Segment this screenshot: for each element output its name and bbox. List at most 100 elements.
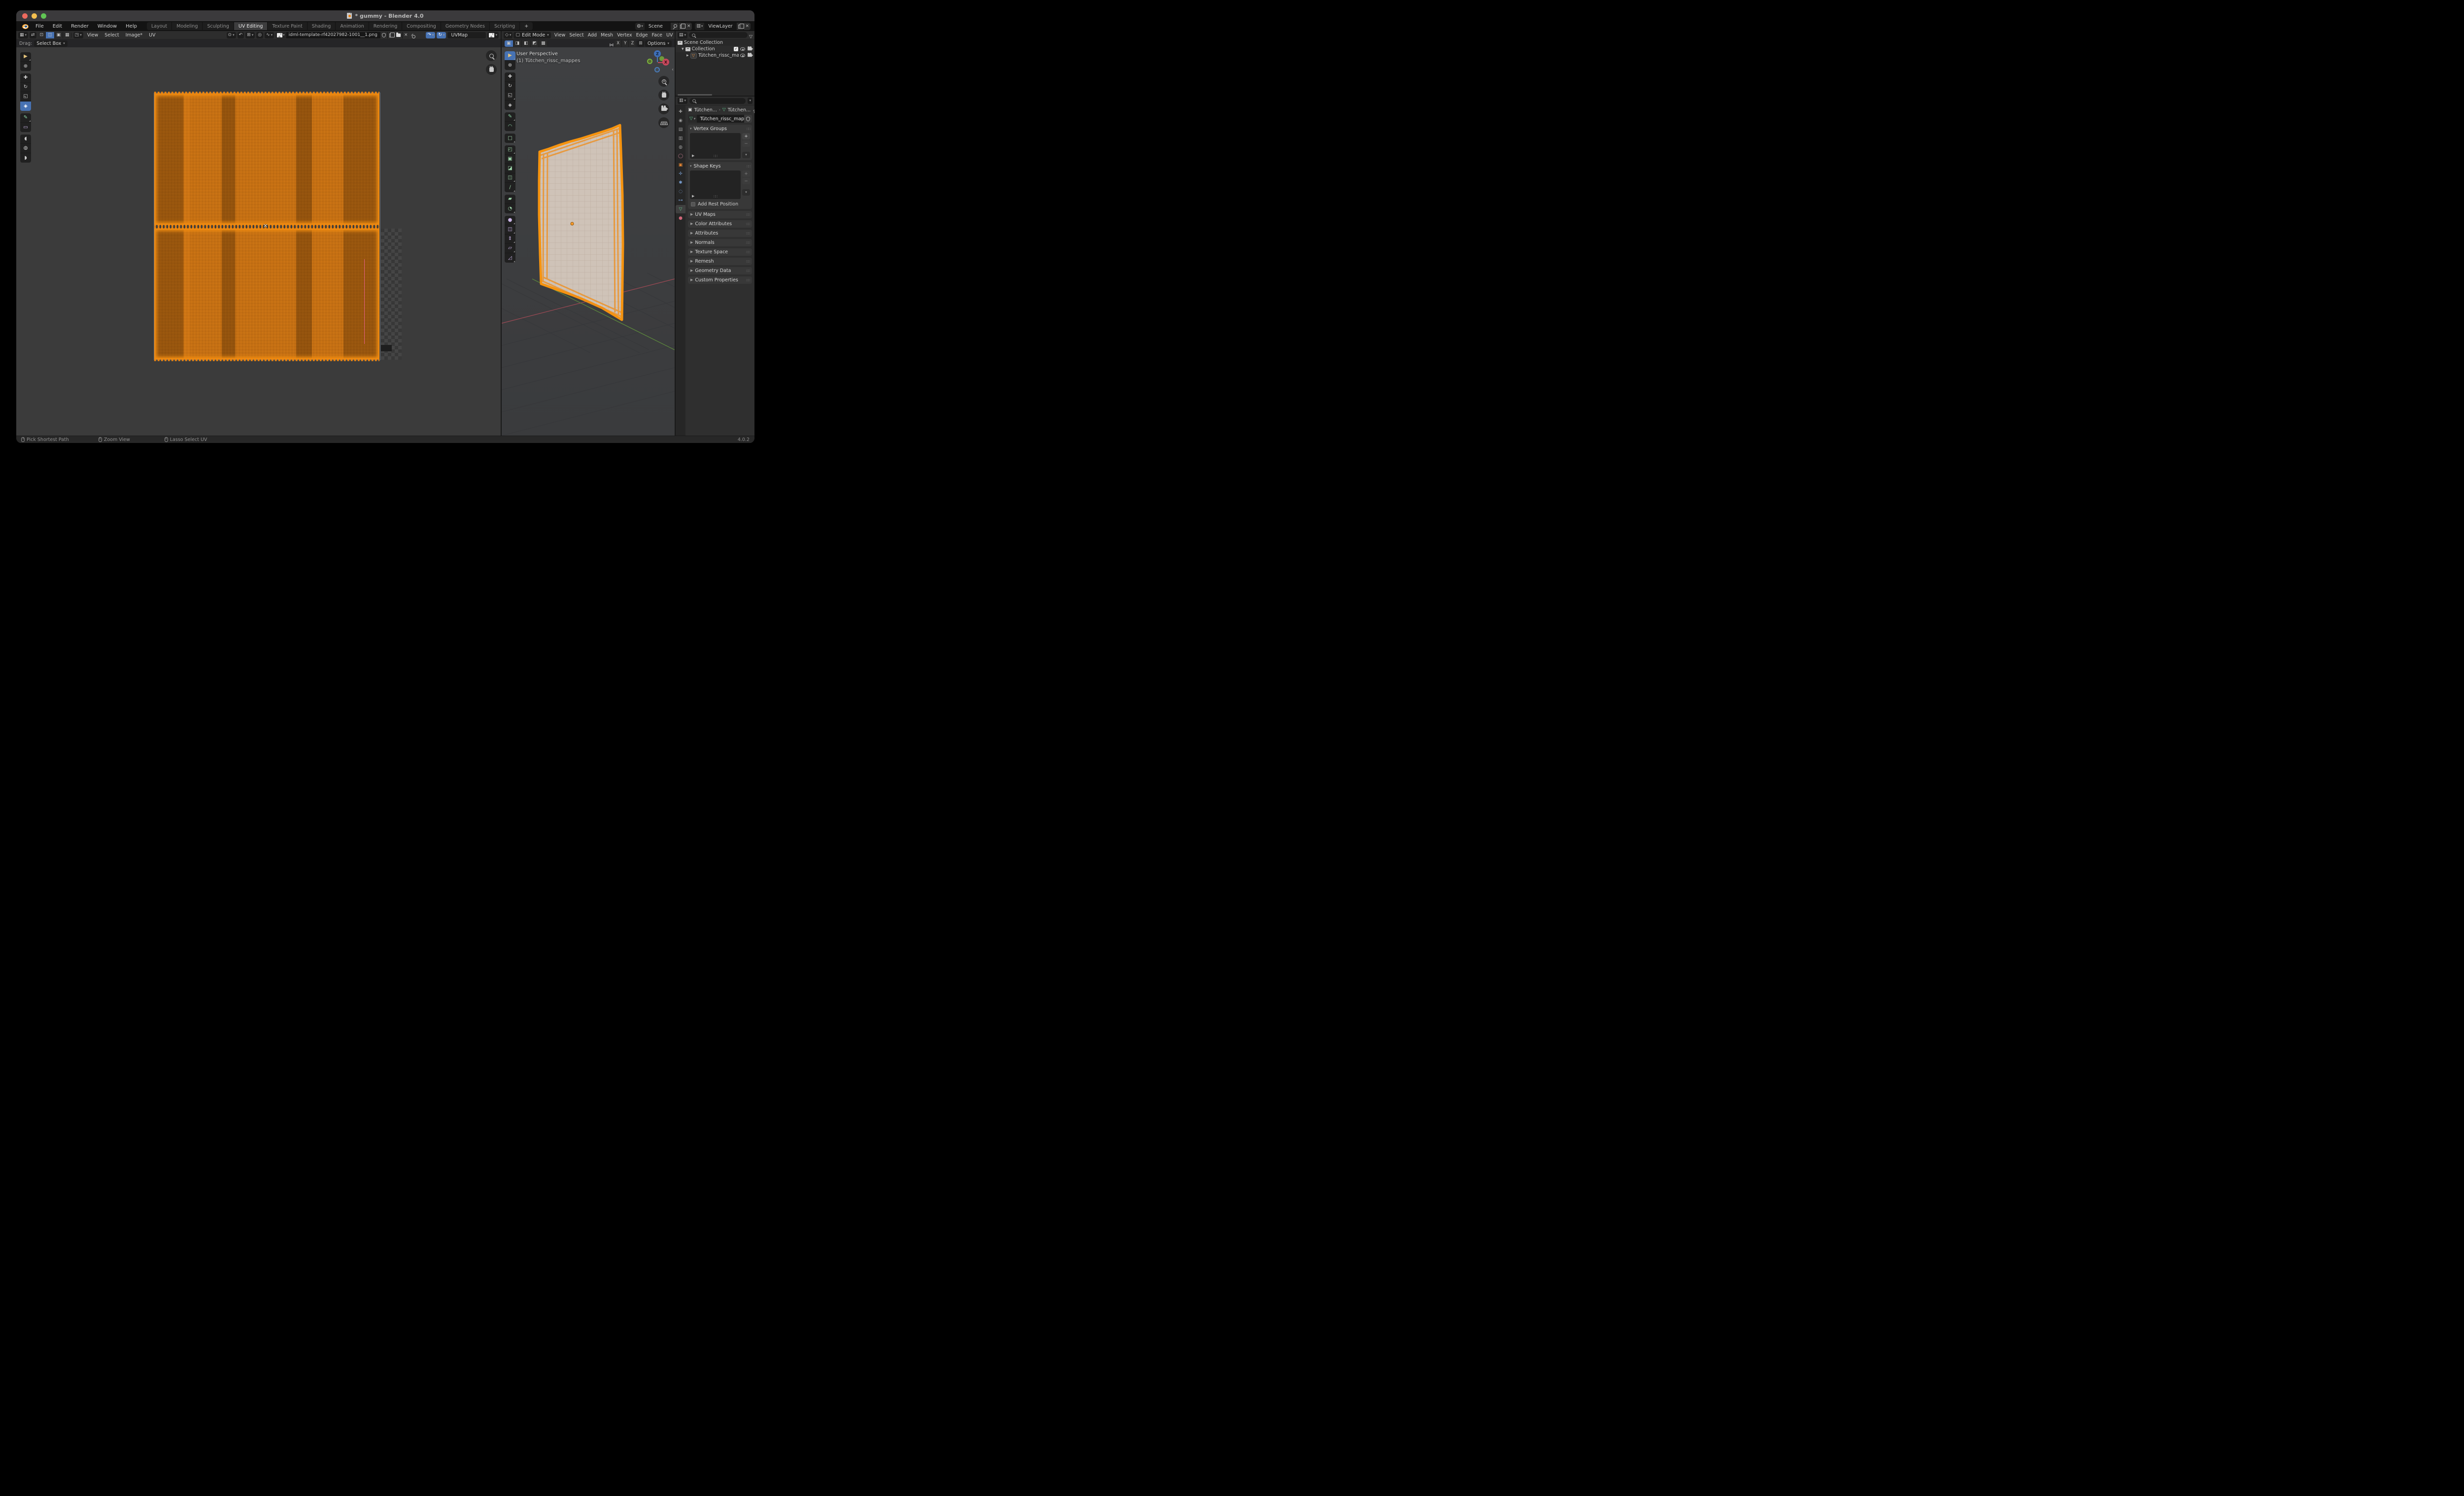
panel-remesh[interactable]: ▶ Remesh ∷∷ <box>688 258 752 265</box>
options-dropdown[interactable]: Options▾ <box>645 40 672 47</box>
panel-grip-icon[interactable]: ∷∷ <box>746 269 750 273</box>
shape-key-specials-menu[interactable]: ▾ <box>742 189 750 196</box>
open-image-folder-icon[interactable] <box>394 32 402 38</box>
vp-bevel-tool[interactable]: ◪ <box>505 164 515 173</box>
mirror-x-toggle[interactable]: X <box>615 40 622 47</box>
menu-render[interactable]: Render <box>67 23 93 30</box>
shape-keys-title[interactable]: Shape Keys <box>694 164 721 169</box>
workspace-tab-rendering[interactable]: Rendering <box>369 22 403 30</box>
tab-object[interactable]: ▣ <box>676 161 685 169</box>
vp-rotate-tool[interactable]: ↻ <box>505 82 515 91</box>
panel-custom-properties[interactable]: ▶ Custom Properties ∷∷ <box>688 276 752 284</box>
browse-image-icon[interactable]: ▾ <box>275 32 286 38</box>
uv-pivot-dropdown[interactable]: ⊙▾ <box>227 32 236 38</box>
add-vertex-group-button[interactable]: + <box>742 133 750 139</box>
mesh-object[interactable] <box>502 47 675 436</box>
expand-arrow-icon[interactable]: ▼ <box>682 47 684 51</box>
panel-grip-icon[interactable]: ∷∷ <box>746 250 750 254</box>
remove-shape-key-button[interactable]: − <box>742 178 750 184</box>
vp-poly-build-tool[interactable]: ▰ <box>505 195 515 204</box>
panel-grip-icon[interactable]: ∷∷ <box>746 241 750 245</box>
tab-constraints[interactable]: ⊶ <box>676 196 685 204</box>
new-view-layer-icon[interactable] <box>736 23 743 30</box>
uv-measure-tool[interactable]: ▭ <box>20 123 31 132</box>
mirror-icon[interactable]: ⋈ <box>609 39 614 48</box>
scene-icon[interactable]: ◍▾ <box>635 23 644 30</box>
uv-face-select-icon[interactable]: ▣ <box>55 32 64 38</box>
vp-select-box-tool[interactable]: ▶ <box>505 51 515 61</box>
tab-scene[interactable]: ◍ <box>676 143 685 151</box>
image-name[interactable]: idml-template-rf42027982-1001__1.png <box>286 33 380 37</box>
add-shape-key-button[interactable]: + <box>742 170 750 177</box>
uv-transform-tool[interactable]: ◈ <box>20 102 31 111</box>
menu-help[interactable]: Help <box>122 23 141 30</box>
workspace-tab-geometry-nodes[interactable]: Geometry Nodes <box>441 22 490 30</box>
uv-pan-hand-icon[interactable] <box>486 64 497 75</box>
new-scene-icon[interactable] <box>678 23 685 30</box>
outliner-search-input[interactable] <box>689 32 748 38</box>
display-channels-dropdown[interactable]: ▾ <box>487 32 499 38</box>
workspace-tab-texture-paint[interactable]: Texture Paint <box>268 22 307 30</box>
tab-material[interactable]: ● <box>676 214 685 222</box>
collapse-icon[interactable]: ▾ <box>690 127 692 131</box>
view-layer-name[interactable]: ViewLayer <box>704 24 736 29</box>
tab-particles[interactable]: ✱ <box>676 178 685 187</box>
vp-knife-tool[interactable]: ∕ <box>505 183 515 192</box>
uv-move-tool[interactable]: ✚ <box>20 73 31 83</box>
vp-extrude-region-tool[interactable]: ◰ <box>505 145 515 155</box>
workspace-tab-uv-editing[interactable]: UV Editing <box>234 22 268 30</box>
workspace-tab-shading[interactable]: Shading <box>308 22 336 30</box>
select-set-icon[interactable]: ▣ <box>505 40 513 47</box>
vertex-groups-list[interactable]: ▶ ∷∷ <box>690 133 741 159</box>
vp-menu-uv[interactable]: UV <box>665 32 674 38</box>
breadcrumb-object[interactable]: Tütchen... <box>694 107 717 113</box>
fake-user-shield-icon[interactable] <box>380 32 387 38</box>
uv-editor-type-dropdown[interactable]: ▦▾ <box>18 32 28 38</box>
panel-attributes[interactable]: ▶ Attributes ∷∷ <box>688 230 752 237</box>
uv-snapping-dropdown[interactable]: ⊞▾ <box>245 32 255 38</box>
vp-camera-view-icon[interactable] <box>658 103 669 114</box>
collapse-icon[interactable]: ▾ <box>690 165 692 168</box>
uv-sticky-selection-dropdown[interactable]: ◳▾ <box>73 32 83 38</box>
add-rest-position-checkbox[interactable] <box>691 202 695 206</box>
uv-menu-select[interactable]: Select <box>102 32 121 38</box>
uv-proportional-editing-toggle[interactable]: ◎ <box>256 32 263 38</box>
uv-local-transform-toggle[interactable]: ↻▾ <box>437 32 446 38</box>
vp-loop-cut-tool[interactable]: ◫ <box>505 173 515 183</box>
panel-color-attributes[interactable]: ▶ Color Attributes ∷∷ <box>688 220 752 228</box>
menu-edit[interactable]: Edit <box>49 23 66 30</box>
uv-menu-view[interactable]: View <box>85 32 101 38</box>
vertex-group-specials-menu[interactable]: ▾ <box>742 152 750 158</box>
menu-window[interactable]: Window <box>94 23 121 30</box>
workspace-tab-layout[interactable]: Layout <box>147 22 172 30</box>
vp-measure-tool[interactable]: ◠ <box>505 122 515 131</box>
uv-canvas[interactable]: ▶ ⊕ ✚ ↻ ◱ ◈ ✎ ▭ ◖ ◍ <box>16 47 501 436</box>
select-subtract-icon[interactable]: ◧ <box>522 40 531 47</box>
vp-menu-face[interactable]: Face <box>650 32 664 38</box>
disable-render-icon[interactable] <box>748 54 752 57</box>
tab-output[interactable]: ▤ <box>676 125 685 134</box>
uv-falloff-dropdown[interactable]: ∿▾ <box>265 32 274 38</box>
unlink-scene-icon[interactable]: × <box>685 23 692 30</box>
expand-arrow-icon[interactable]: ▶ <box>686 54 689 57</box>
mode-dropdown[interactable]: ▢Edit Mode▾ <box>513 32 550 38</box>
vp-transform-tool[interactable]: ◈ <box>505 101 515 110</box>
panel-grip-icon[interactable]: ∷∷ <box>747 127 750 131</box>
pin-scene-icon[interactable] <box>670 23 678 30</box>
properties-options-dropdown[interactable]: ▾ <box>748 98 753 104</box>
remove-vertex-group-button[interactable]: − <box>742 140 750 147</box>
mirror-z-toggle[interactable]: Z <box>629 40 636 47</box>
list-filter-arrow-icon[interactable]: ▶ <box>692 154 694 158</box>
vp-shear-tool[interactable]: ▱ <box>505 244 515 253</box>
view-layer-icon[interactable]: ▥▾ <box>695 23 704 30</box>
shape-keys-list[interactable]: ▶ ∷∷ <box>690 170 741 199</box>
uv-map-field[interactable]: UVMap <box>447 32 486 38</box>
list-grip-icon[interactable]: ∷∷ <box>714 154 717 158</box>
select-intersect-icon[interactable]: ▩ <box>539 40 548 47</box>
axis-orientation-gizmo[interactable]: Z X <box>646 50 670 74</box>
workspace-tab-modeling[interactable]: Modeling <box>172 22 203 30</box>
axis-z-ball[interactable]: Z <box>654 50 661 57</box>
mesh-name-field[interactable]: Tütchen_rissc_mappes <box>697 115 744 123</box>
panel-geometry-data[interactable]: ▶ Geometry Data ∷∷ <box>688 267 752 274</box>
uv-cursor-tool[interactable]: ⊕ <box>20 62 31 71</box>
